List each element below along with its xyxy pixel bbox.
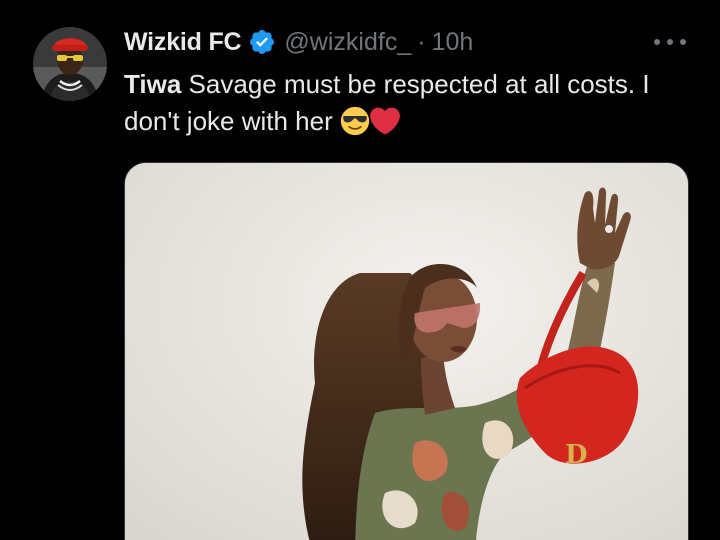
dot-separator: ·: [417, 27, 426, 56]
bag-letter: D: [565, 440, 588, 470]
display-name[interactable]: Wizkid FC: [124, 28, 242, 57]
sunglasses-face-emoji-icon: [340, 106, 370, 136]
verified-badge-icon: [250, 30, 275, 54]
tweet-text: Tiwa Savage must be respected at all cos…: [124, 66, 694, 140]
tweet-text-bold: Tiwa: [124, 69, 182, 99]
tweet-media-photo[interactable]: D: [124, 162, 689, 540]
more-options-icon[interactable]: [654, 30, 686, 54]
more-dot: [680, 39, 686, 45]
user-handle[interactable]: @wizkidfc_: [284, 28, 411, 57]
tweet[interactable]: Wizkid FC @wizkidfc_ · 10h Tiwa Savage m…: [0, 0, 720, 540]
tweet-header: Wizkid FC @wizkidfc_ · 10h: [124, 26, 473, 58]
timestamp[interactable]: 10h: [432, 28, 474, 57]
photo-woman-red-bag: D: [125, 163, 688, 540]
more-dot: [654, 39, 660, 45]
avatar[interactable]: [33, 27, 107, 101]
more-dot: [667, 39, 673, 45]
red-heart-emoji-icon: [370, 107, 400, 135]
avatar-image: [33, 27, 107, 101]
